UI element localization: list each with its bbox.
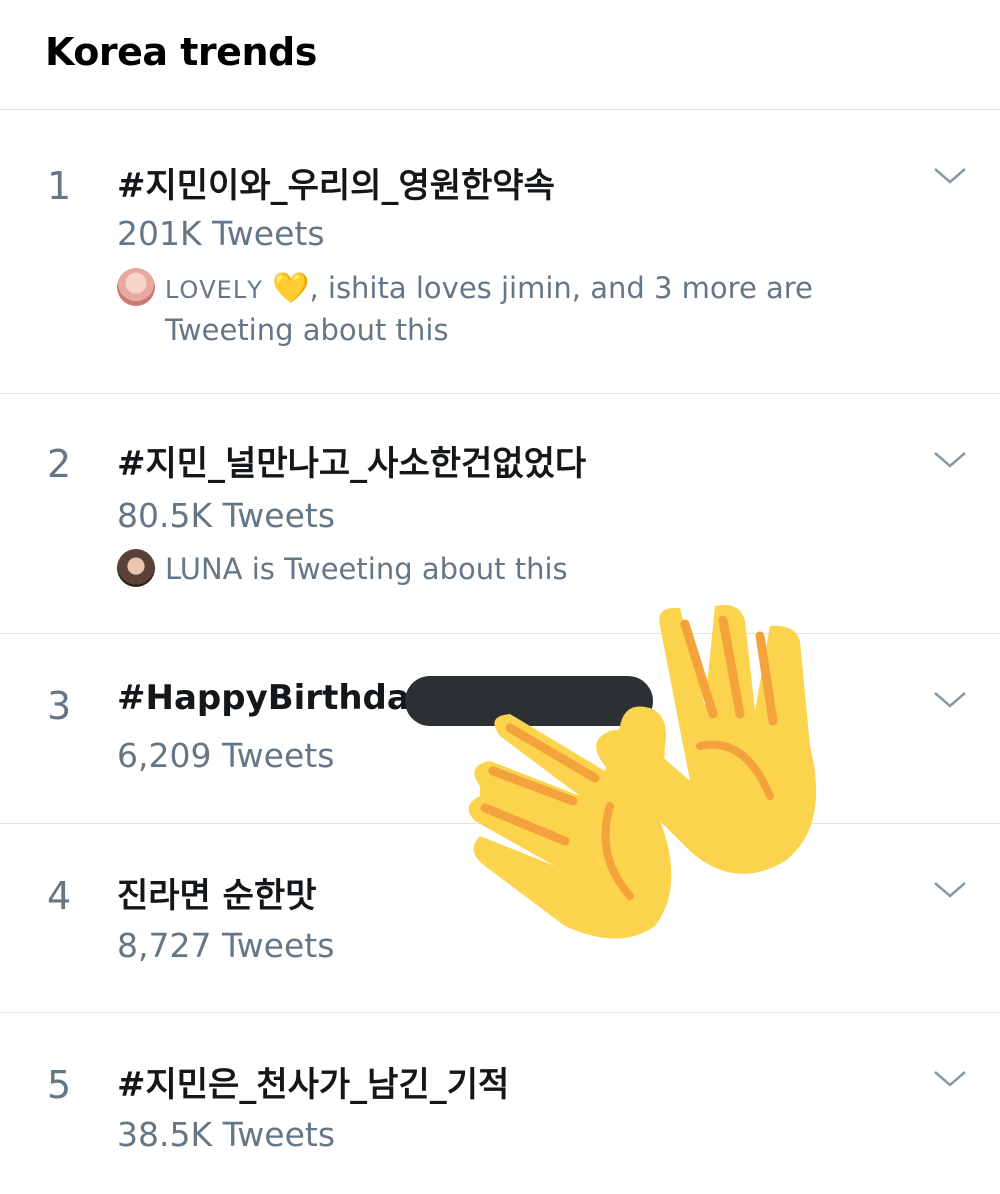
- chevron-down-icon[interactable]: [932, 1069, 968, 1105]
- trend-name[interactable]: #지민이와_우리의_영원한약속: [117, 158, 555, 207]
- avatar: [117, 549, 155, 587]
- chevron-down-icon[interactable]: [932, 450, 968, 486]
- trend-name[interactable]: #HappyBirthday: [117, 678, 431, 718]
- trend-tweet-count: 38.5K Tweets: [117, 1115, 336, 1154]
- trend-tweet-count: 80.5K Tweets: [117, 496, 336, 535]
- social-user-name: ᒪOᐯEᒪY: [165, 276, 263, 304]
- trend-rank: 2: [47, 442, 72, 486]
- chevron-down-icon[interactable]: [932, 690, 968, 726]
- raising-hands-icon: [468, 605, 817, 939]
- trend-tweet-count: 6,209 Tweets: [117, 736, 335, 775]
- trend-rank: 1: [47, 164, 72, 208]
- chevron-down-icon[interactable]: [932, 880, 968, 916]
- trend-tweet-count: 8,727 Tweets: [117, 926, 335, 965]
- social-context: LUNA is Tweeting about this: [117, 549, 857, 589]
- trend-name[interactable]: #지민은_천사가_남긴_기적: [117, 1057, 509, 1106]
- trend-item[interactable]: 5 #지민은_천사가_남긴_기적 38.5K Tweets: [0, 1013, 1000, 1193]
- trend-name[interactable]: #지민_널만나고_사소한건없었다: [117, 436, 586, 485]
- chevron-down-icon[interactable]: [932, 166, 968, 202]
- social-text: , ishita loves jimin, and 3 more are: [309, 271, 813, 305]
- page-header: Korea trends: [0, 0, 1000, 110]
- trend-tweet-count: 201K Tweets: [117, 214, 325, 253]
- trend-rank: 3: [47, 684, 72, 728]
- trend-name[interactable]: 진라면 순한맛: [117, 868, 317, 917]
- social-text-continued: Tweeting about this: [165, 313, 449, 347]
- social-context: ᒪOᐯEᒪY 💛, ishita loves jimin, and 3 more…: [117, 268, 857, 350]
- trend-rank: 5: [47, 1063, 72, 1107]
- social-text: LUNA is Tweeting about this: [165, 552, 568, 586]
- page-title: Korea trends: [45, 30, 317, 74]
- avatar: [117, 268, 155, 306]
- trend-rank: 4: [47, 874, 72, 918]
- yellow-heart-icon: 💛: [272, 271, 310, 306]
- trend-item[interactable]: 1 #지민이와_우리의_영원한약속 201K Tweets ᒪOᐯEᒪY 💛, …: [0, 110, 1000, 394]
